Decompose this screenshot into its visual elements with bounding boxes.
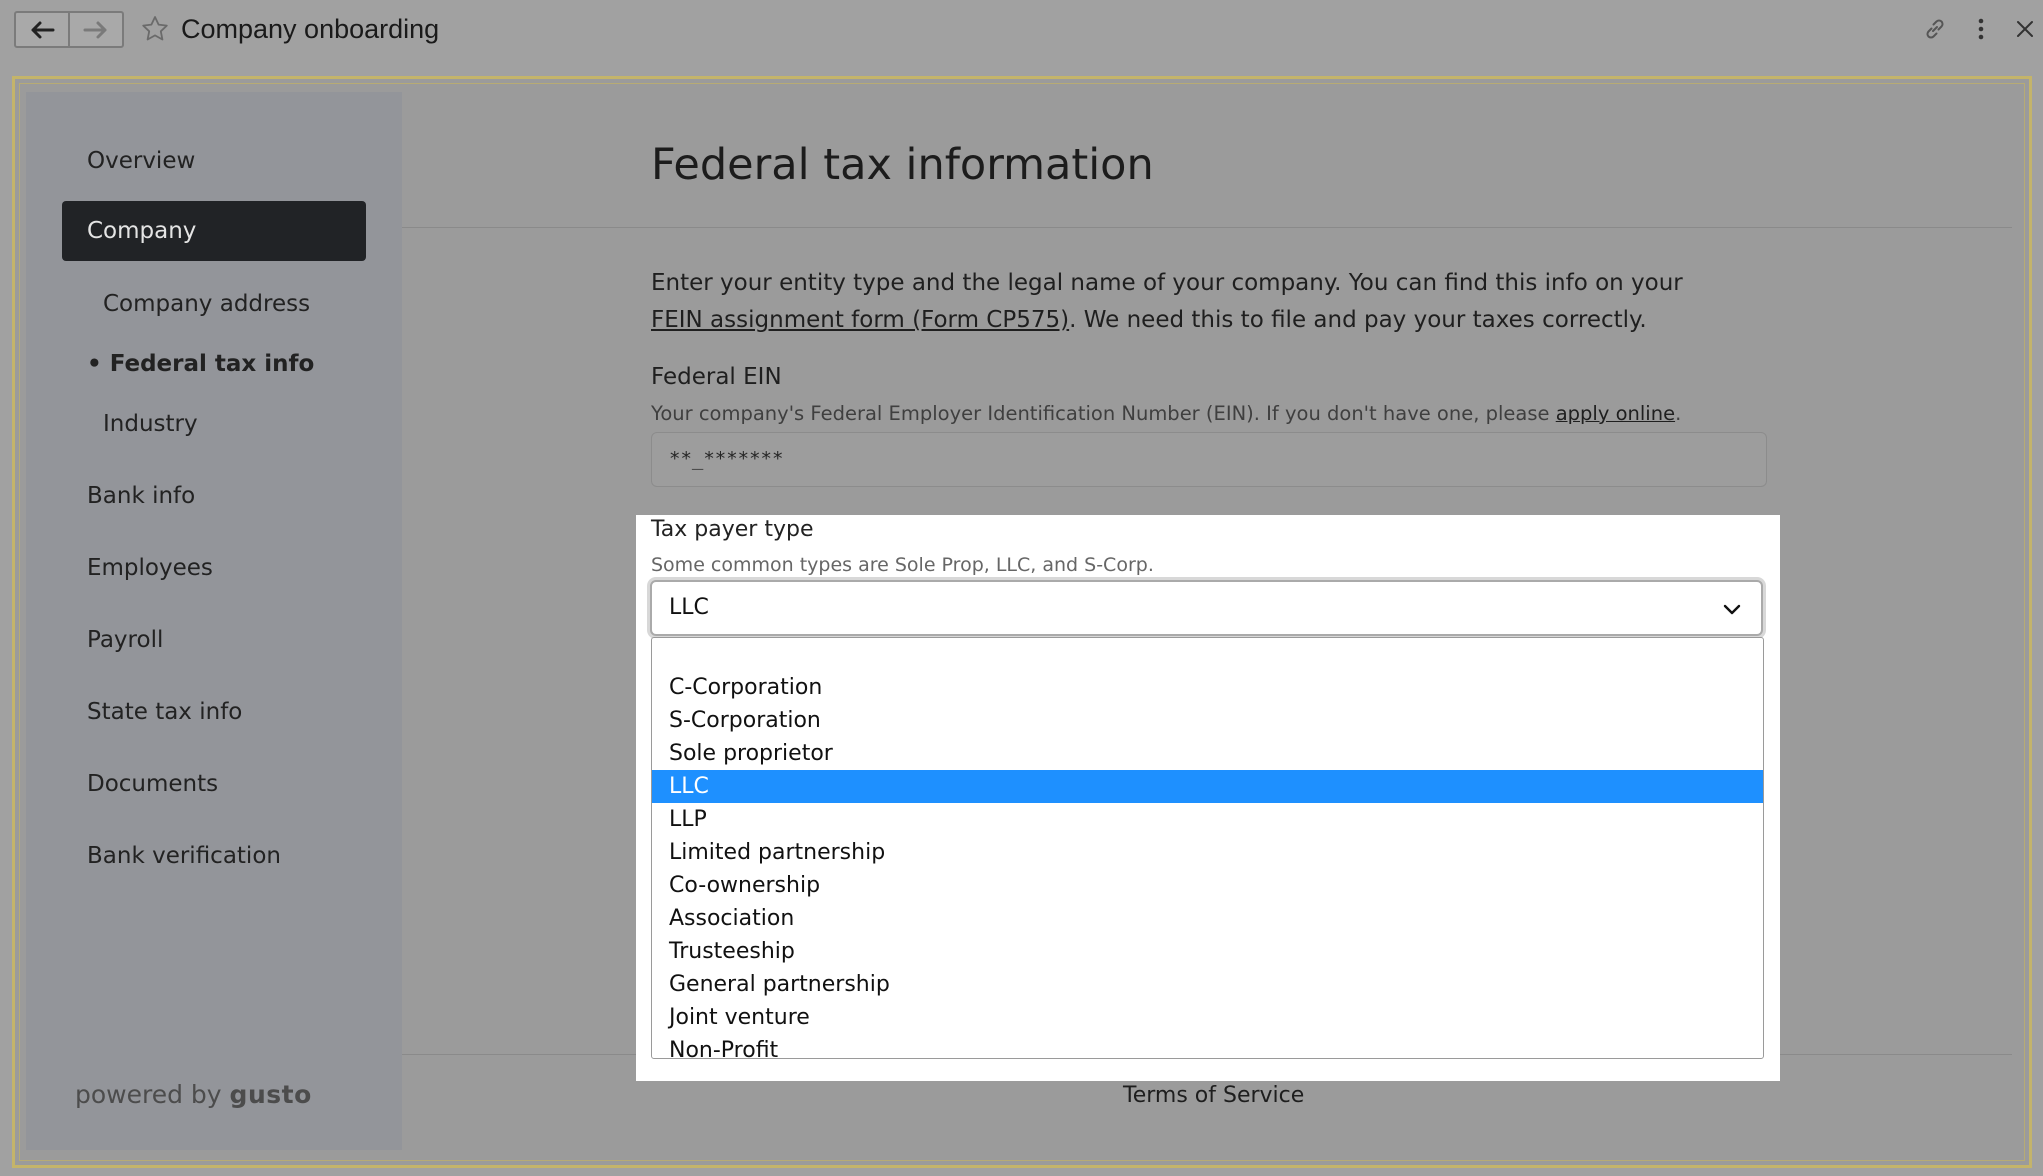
powered-by-gusto: powered by gusto [75,1080,312,1109]
sidebar-item-documents[interactable]: Documents [87,764,218,804]
option-association[interactable]: Association [652,902,1763,935]
back-button[interactable] [16,13,68,46]
forward-button[interactable] [68,13,122,46]
ein-help-part2: . [1675,402,1682,425]
federal-ein-help: Your company's Federal Employer Identifi… [651,402,1681,425]
option-sole-proprietor[interactable]: Sole proprietor [652,737,1763,770]
option-limited-partnership[interactable]: Limited partnership [652,836,1763,869]
more-vertical-icon [1978,18,1984,40]
option-s-corporation[interactable]: S-Corporation [652,704,1763,737]
taxpayer-type-select[interactable]: LLC [650,580,1763,636]
sidebar-item-company-address[interactable]: Company address [103,284,310,324]
taxpayer-type-help: Some common types are Sole Prop, LLC, an… [651,554,1154,576]
title-bar: Company onboarding [0,0,2043,76]
sidebar-item-bank-verification[interactable]: Bank verification [87,836,281,876]
sidebar-item-company[interactable]: Company [62,201,366,261]
more-options-button[interactable] [1966,14,1996,44]
sidebar-item-employees[interactable]: Employees [87,548,213,588]
sidebar-item-payroll[interactable]: Payroll [87,620,163,660]
terms-of-service-link[interactable]: Terms of Service [1123,1083,1304,1108]
intro-text: Enter your entity type and the legal nam… [651,265,1711,339]
chevron-down-icon [1723,604,1741,615]
intro-text-part1: Enter your entity type and the legal nam… [651,270,1683,296]
back-arrow-icon [31,21,55,38]
powered-by-text: powered by [75,1080,222,1109]
star-icon[interactable] [140,14,170,44]
option-co-ownership[interactable]: Co-ownership [652,869,1763,902]
link-icon [1926,19,1944,39]
option-general-partnership[interactable]: General partnership [652,968,1763,1001]
window-title: Company onboarding [181,14,440,44]
option-joint-venture[interactable]: Joint venture [652,1001,1763,1034]
ein-help-part1: Your company's Federal Employer Identifi… [651,402,1556,425]
intro-text-part2: . We need this to file and pay your taxe… [1069,307,1647,333]
copy-link-button[interactable] [1920,14,1950,44]
option-non-profit[interactable]: Non-Profit [652,1034,1763,1058]
option-trusteeship[interactable]: Trusteeship [652,935,1763,968]
taxpayer-type-panel: Tax payer type Some common types are Sol… [636,515,1780,1081]
taxpayer-type-label: Tax payer type [651,517,814,542]
federal-ein-input[interactable]: **_******* [651,432,1767,487]
gusto-logo: gusto [229,1080,312,1109]
apply-online-link[interactable]: apply online [1556,402,1675,425]
sidebar: Overview Company Company address • Feder… [26,92,402,1150]
close-icon [2017,21,2033,37]
fein-form-link[interactable]: FEIN assignment form (Form CP575) [651,307,1069,333]
history-nav [14,11,124,48]
option-blank[interactable] [652,638,1763,671]
sidebar-item-bank-info[interactable]: Bank info [87,476,195,516]
federal-ein-label: Federal EIN [651,364,782,390]
sidebar-item-industry[interactable]: Industry [103,404,198,444]
header-divider [402,227,2012,228]
taxpayer-type-value: LLC [669,595,709,620]
option-llc[interactable]: LLC [652,770,1763,803]
option-llp[interactable]: LLP [652,803,1763,836]
sidebar-item-state-tax-info[interactable]: State tax info [87,692,242,732]
taxpayer-type-listbox: C-Corporation S-Corporation Sole proprie… [651,637,1764,1059]
close-button[interactable] [2010,14,2040,44]
forward-arrow-icon [83,21,107,38]
sidebar-item-federal-tax-info[interactable]: • Federal tax info [87,344,314,384]
option-c-corporation[interactable]: C-Corporation [652,671,1763,704]
page-title: Federal tax information [651,140,1154,190]
sidebar-item-overview[interactable]: Overview [87,141,195,181]
